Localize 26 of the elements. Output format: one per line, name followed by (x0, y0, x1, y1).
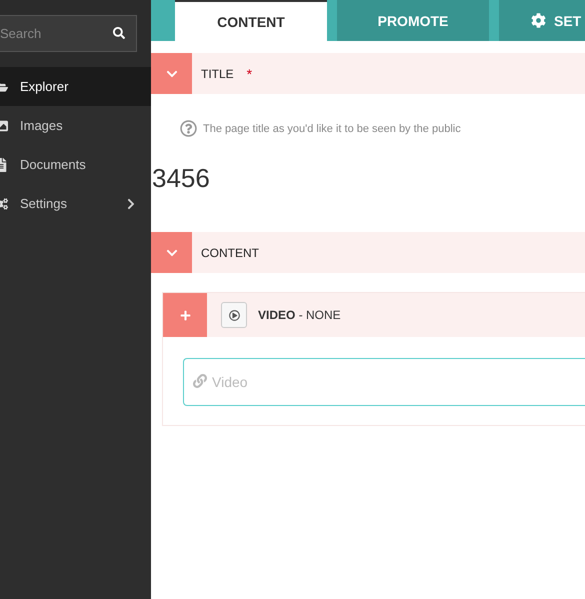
tab[interactable]: SET (499, 0, 585, 41)
sidebar-item[interactable]: Explorer (0, 67, 151, 106)
required-mark: * (246, 66, 252, 82)
section-label: CONTENT (201, 246, 259, 260)
sidebar-item[interactable]: Documents (0, 145, 151, 184)
plus-icon (180, 310, 190, 320)
search-icon[interactable] (113, 27, 125, 39)
toggle-button[interactable] (151, 53, 192, 94)
add-button[interactable] (163, 293, 207, 337)
section-header[interactable]: CONTENT (151, 232, 585, 273)
sidebar-item[interactable]: Images (0, 106, 151, 145)
block-title: VIDEO - NONE (258, 308, 341, 322)
section-label: TITLE (201, 66, 234, 80)
video-icon (221, 302, 247, 328)
tab[interactable]: CONTENT (175, 0, 327, 41)
search-field[interactable]: Search (0, 15, 137, 52)
section-header[interactable]: TITLE * (151, 53, 585, 94)
help-text: The page title as you'd like it to be seen by the public (203, 122, 461, 134)
sidebar-item[interactable]: Settings (0, 184, 151, 223)
link-icon (193, 374, 207, 388)
video-field[interactable]: Video (183, 358, 585, 406)
toggle-button[interactable] (151, 232, 192, 273)
settings-icon (531, 13, 546, 28)
title-value[interactable]: 3456 (152, 163, 585, 194)
tab[interactable]: PROMOTE (337, 0, 489, 41)
help-icon[interactable] (180, 120, 197, 137)
